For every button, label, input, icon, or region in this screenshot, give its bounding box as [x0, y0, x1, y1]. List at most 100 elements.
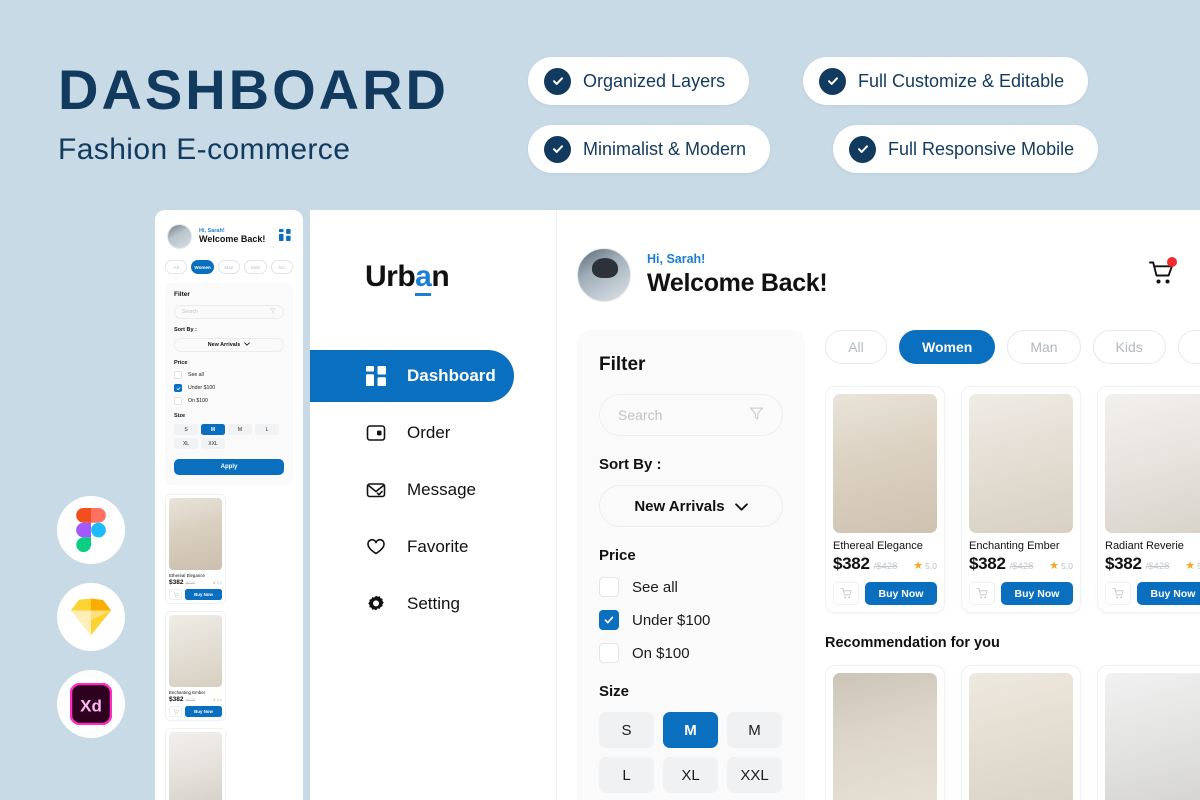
logo-suffix: n	[431, 260, 450, 293]
size-option-s[interactable]: S	[599, 712, 654, 748]
funnel-icon[interactable]	[749, 406, 764, 424]
search-placeholder: Search	[618, 407, 663, 423]
mobile-search-input[interactable]: Search	[174, 305, 284, 319]
mobile-size-xl[interactable]: XL	[174, 438, 198, 449]
product-image	[169, 732, 222, 800]
panel-gap	[303, 210, 310, 800]
product-price: $382	[1105, 554, 1142, 573]
product-old-price: /$428	[1009, 561, 1034, 572]
size-option-l[interactable]: L	[599, 757, 654, 793]
mobile-price-option-on-100[interactable]: On $100	[174, 397, 284, 405]
size-option-m-selected[interactable]: M	[663, 712, 718, 748]
checkbox[interactable]	[599, 577, 619, 597]
mobile-size-s[interactable]: S	[174, 424, 198, 435]
cart-badge	[1167, 256, 1177, 267]
recommendation-card[interactable]	[1097, 665, 1200, 800]
checkbox[interactable]	[599, 643, 619, 663]
tab-women[interactable]: Women	[899, 330, 996, 364]
mobile-size-m-selected[interactable]: M	[201, 424, 225, 435]
message-icon	[365, 479, 387, 501]
buy-now-button[interactable]: Buy Now	[185, 706, 222, 717]
cart-icon[interactable]	[1105, 582, 1131, 605]
mobile-price-option-under-100[interactable]: Under $100	[174, 384, 284, 392]
sidebar-item-favorite[interactable]: Favorite	[310, 521, 514, 573]
buy-now-button[interactable]: Buy Now	[1001, 582, 1073, 605]
checkbox[interactable]	[174, 397, 182, 405]
size-options: S M M L XL XXL	[599, 712, 783, 793]
mobile-product-card[interactable]: Enchanting Ember $382 /$428 ★ 5.0 Buy No…	[165, 611, 226, 721]
tab-acc[interactable]: Acc	[1177, 330, 1200, 364]
mobile-tab-acc[interactable]: Acc	[270, 260, 294, 274]
star-icon: ★	[913, 560, 924, 572]
product-card[interactable]: Enchanting Ember $382 /$428 ★ 5.0 Buy No…	[961, 386, 1081, 613]
check-circle-icon	[849, 135, 876, 163]
mobile-category-tabs: All Women Man Kids Acc	[165, 260, 294, 274]
mobile-tab-women[interactable]: Women	[191, 260, 214, 274]
grid-icon[interactable]	[279, 228, 291, 246]
product-card[interactable]: Ethereal Elegance $382 /$428 ★ 5.0 Buy N…	[825, 386, 945, 613]
size-option-m[interactable]: M	[727, 712, 782, 748]
app-logo[interactable]: Urban	[310, 260, 556, 296]
tab-all[interactable]: All	[825, 330, 887, 364]
mobile-price-option-label: Under $100	[188, 385, 216, 391]
mobile-size-l[interactable]: L	[255, 424, 279, 435]
mobile-product-card[interactable]: Radiant Reverie $382 /$428 ★ 5.0 Buy Now	[165, 728, 226, 800]
sidebar-item-order[interactable]: Order	[310, 407, 514, 459]
mobile-size-m[interactable]: M	[228, 424, 252, 435]
sidebar-item-setting[interactable]: Setting	[310, 578, 514, 630]
tab-kids[interactable]: Kids	[1092, 330, 1166, 364]
recommendation-card[interactable]	[825, 665, 945, 800]
mobile-tab-kids[interactable]: Kids	[244, 260, 267, 274]
product-name: Ethereal Elegance	[169, 573, 205, 578]
page-title: DASHBOARD	[58, 58, 449, 121]
sort-select[interactable]: New Arrivals	[599, 485, 783, 527]
sidebar: Urban Dashboard Order Message Favorite S…	[310, 210, 557, 800]
cart-icon[interactable]	[169, 706, 182, 717]
rating-value: 5.0	[925, 560, 937, 571]
buy-now-button[interactable]: Buy Now	[1137, 582, 1200, 605]
size-option-xxl[interactable]: XXL	[727, 757, 782, 793]
sidebar-item-message[interactable]: Message	[310, 464, 514, 516]
mobile-product-card[interactable]: Ethereal Elegance $382 /$428 ★ 5.0 Buy N…	[165, 494, 226, 604]
mobile-sort-select[interactable]: New Arrivals	[174, 338, 284, 352]
cart-icon[interactable]	[833, 582, 859, 605]
sidebar-nav: Dashboard Order Message Favorite Setting	[310, 350, 556, 630]
price-option-under-100[interactable]: Under $100	[599, 610, 783, 630]
mobile-price-option-see-all[interactable]: See all	[174, 371, 284, 379]
checkbox[interactable]	[174, 371, 182, 379]
price-option-label: Under $100	[632, 611, 711, 629]
cart-icon[interactable]	[169, 589, 182, 600]
mobile-apply-button[interactable]: Apply	[174, 459, 284, 475]
check-circle-icon	[544, 135, 571, 163]
adobe-xd-icon: Xd	[70, 683, 112, 725]
buy-now-button[interactable]: Buy Now	[185, 589, 222, 600]
recommendation-card[interactable]	[961, 665, 1081, 800]
buy-now-button[interactable]: Buy Now	[865, 582, 937, 605]
cart-icon[interactable]	[969, 582, 995, 605]
size-option-xl[interactable]: XL	[663, 757, 718, 793]
product-row: Ethereal Elegance $382 /$428 ★ 5.0 Buy N…	[825, 386, 1200, 613]
sidebar-item-dashboard[interactable]: Dashboard	[310, 350, 514, 402]
search-input[interactable]: Search	[599, 394, 783, 436]
mobile-sort-value: New Arrivals	[207, 342, 241, 348]
avatar	[167, 224, 192, 249]
avatar[interactable]	[577, 248, 631, 302]
cart-button[interactable]	[1148, 256, 1177, 292]
funnel-icon[interactable]	[269, 308, 277, 316]
mobile-tab-all[interactable]: All	[165, 260, 188, 274]
price-option-on-100[interactable]: On $100	[599, 643, 783, 663]
recommendation-title: Recommendation for you	[825, 635, 1000, 651]
checkbox-checked[interactable]	[599, 610, 619, 630]
mobile-size-xxl[interactable]: XXL	[201, 438, 225, 449]
price-label: Price	[599, 547, 636, 564]
product-image	[169, 615, 222, 687]
feature-pill-label: Full Responsive Mobile	[888, 138, 1075, 159]
sort-value: New Arrivals	[634, 497, 725, 515]
checkbox-checked[interactable]	[174, 384, 182, 392]
product-old-price: /$428	[185, 698, 195, 702]
figma-icon	[76, 508, 106, 552]
price-option-see-all[interactable]: See all	[599, 577, 783, 597]
product-card[interactable]: Radiant Reverie $382 /$428 ★ 5.0	[1097, 386, 1200, 613]
tab-man[interactable]: Man	[1007, 330, 1081, 364]
mobile-tab-man[interactable]: Man	[217, 260, 241, 274]
